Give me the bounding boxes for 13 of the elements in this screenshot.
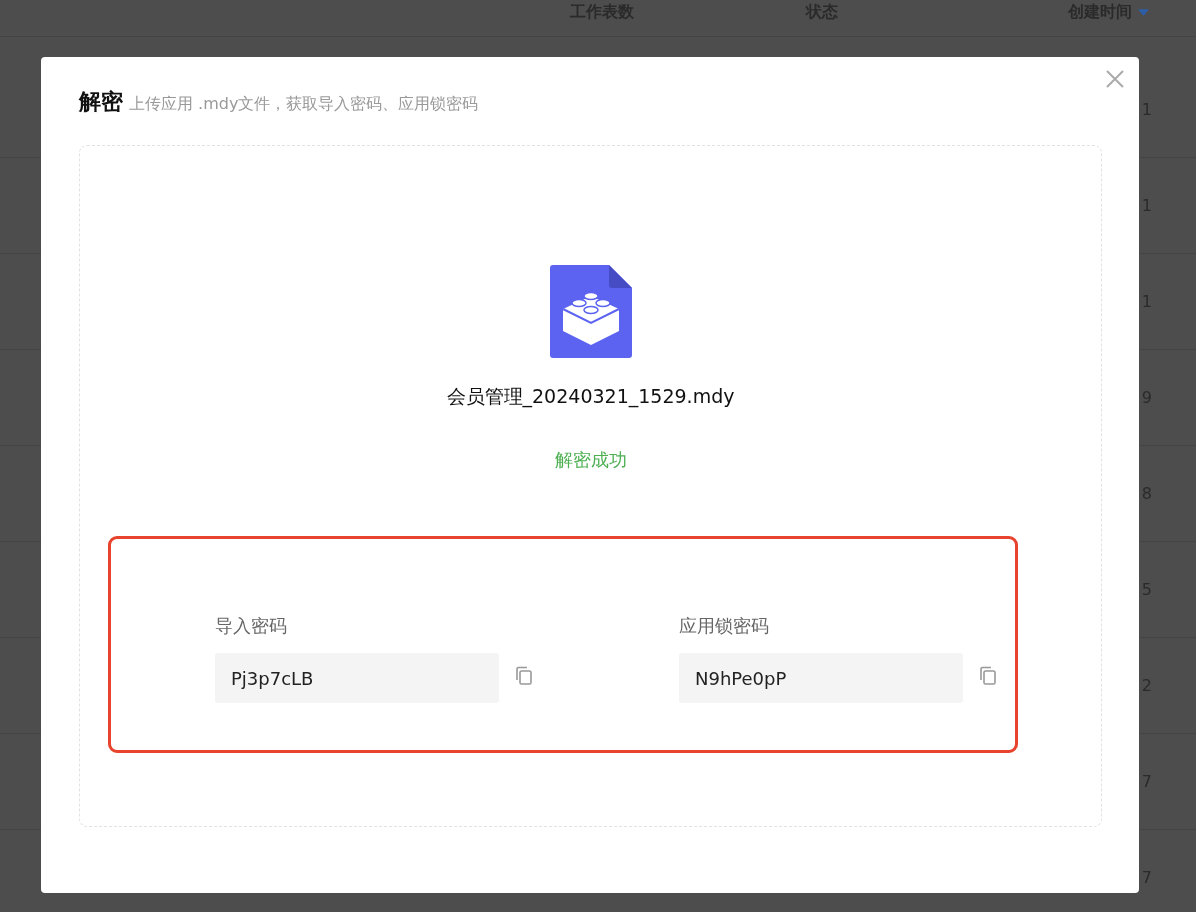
field-label: 导入密码 <box>215 614 288 638</box>
file-name: 会员管理_20240321_1529.mdy <box>446 384 735 410</box>
password-field[interactable]: Pj3p7cLB <box>215 653 499 703</box>
copy-icon[interactable] <box>979 666 997 686</box>
password-field[interactable]: N9hPe0pP <box>679 653 963 703</box>
dialog-subtitle: 上传应用 .mdy文件，获取导入密码、应用锁密码 <box>129 94 479 115</box>
dialog-title: 解密 <box>79 88 123 116</box>
field-label: 应用锁密码 <box>679 614 770 638</box>
sort-caret-icon <box>1138 9 1149 16</box>
status-message: 解密成功 <box>554 448 627 472</box>
close-icon[interactable] <box>1105 69 1125 89</box>
copy-icon[interactable] <box>515 666 533 686</box>
file-block-icon <box>549 265 632 358</box>
